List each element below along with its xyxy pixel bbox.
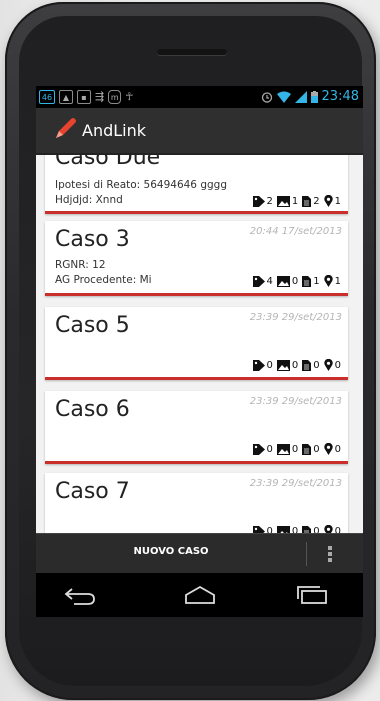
document-icon: [302, 195, 312, 207]
case-counts: 0 0 0 0: [252, 443, 345, 455]
signal-icon: [294, 90, 307, 103]
navigation-bar: [36, 573, 363, 617]
location-pin-icon: [323, 275, 333, 287]
location-count: 0: [334, 443, 341, 455]
document-icon: [302, 525, 312, 533]
location-pin-icon: [323, 195, 333, 207]
document-count: 2: [313, 195, 320, 207]
case-counts: 4 0 1 1: [252, 275, 345, 287]
case-card[interactable]: Caso Due Ipotesi di Reato: 56494646 gggg…: [45, 155, 348, 214]
case-card[interactable]: Caso 6 23:39 29/set/2013 0 0 0 0: [45, 391, 348, 464]
document-icon: [302, 275, 312, 287]
tag-icon: [252, 275, 265, 287]
tag-icon: [252, 443, 265, 455]
tag-icon: [252, 525, 265, 533]
case-detail-line: Ipotesi di Reato: 56494646 gggg: [55, 179, 227, 191]
app-icon: m: [108, 90, 122, 104]
case-title: Caso 3: [55, 227, 130, 252]
case-title: Caso Due: [55, 155, 161, 170]
tag-icon: [252, 195, 265, 207]
device-screen: 46 ▲ ▪ ⇶ m ☥ 23:48 AndLink Caso Due Ipot…: [36, 86, 363, 617]
image-icon: [276, 443, 290, 455]
case-card[interactable]: Caso 7 23:39 29/set/2013 0 0 0 0: [45, 473, 348, 533]
earpiece-speaker: [157, 49, 227, 55]
alarm-icon: [261, 91, 272, 103]
app-title: AndLink: [82, 121, 147, 140]
case-card[interactable]: Caso 5 23:39 29/set/2013 0 0 0 0: [45, 307, 348, 380]
notification-46-icon: 46: [39, 90, 55, 104]
case-title: Caso 6: [55, 397, 130, 422]
status-indicators: 23:48: [261, 89, 359, 104]
usb-icon: ⇶: [95, 90, 105, 103]
location-pin-icon: [323, 443, 333, 455]
home-icon[interactable]: [180, 581, 220, 609]
image-count: 1: [291, 195, 299, 207]
recent-apps-icon[interactable]: [292, 581, 332, 609]
document-count: 0: [313, 359, 320, 371]
case-card[interactable]: Caso 3 20:44 17/set/2013 RGNR: 12 AG Pro…: [45, 221, 348, 296]
case-timestamp: 23:39 29/set/2013: [249, 478, 342, 489]
debug-icon: ☥: [125, 90, 134, 103]
case-counts: 0 0 0 0: [252, 359, 345, 371]
image-icon: ▲: [59, 90, 73, 104]
pen-icon[interactable]: [52, 116, 78, 142]
document-count: 0: [313, 443, 320, 455]
overflow-menu-icon[interactable]: [328, 545, 332, 563]
image-count: 0: [291, 443, 299, 455]
image-icon: [276, 195, 290, 207]
location-pin-icon: [323, 525, 333, 533]
back-icon[interactable]: [60, 581, 100, 609]
image-count: 0: [291, 359, 299, 371]
case-list[interactable]: Caso Due Ipotesi di Reato: 56494646 gggg…: [36, 155, 363, 533]
location-count: 1: [334, 275, 341, 287]
action-bar: AndLink: [36, 108, 363, 155]
image-count: 0: [291, 525, 299, 534]
new-case-button[interactable]: NUOVO CASO: [36, 546, 306, 557]
case-detail-line: AG Procedente: Mi: [55, 274, 152, 286]
location-count: 0: [334, 359, 341, 371]
case-title: Caso 7: [55, 479, 130, 504]
image-count: 0: [291, 275, 299, 287]
wifi-icon: [276, 91, 291, 103]
location-count: 1: [334, 195, 341, 207]
status-bar: 46 ▲ ▪ ⇶ m ☥ 23:48: [36, 86, 363, 108]
document-icon: [302, 443, 312, 455]
tag-count: 0: [266, 525, 273, 534]
location-count: 0: [334, 525, 341, 534]
image-icon: [276, 275, 290, 287]
bottom-action-bar: NUOVO CASO: [36, 533, 363, 574]
notification-icons: 46 ▲ ▪ ⇶ m ☥: [39, 90, 133, 104]
tag-count: 0: [266, 443, 273, 455]
case-title: Caso 5: [55, 313, 130, 338]
case-timestamp: 20:44 17/set/2013: [249, 226, 342, 237]
image-icon: [276, 359, 290, 371]
location-pin-icon: [323, 359, 333, 371]
document-count: 0: [313, 525, 320, 534]
tag-count: 0: [266, 359, 273, 371]
battery-icon: [310, 90, 318, 103]
case-timestamp: 23:39 29/set/2013: [249, 312, 342, 323]
tag-count: 4: [266, 275, 273, 287]
case-detail-line: RGNR: 12: [55, 259, 106, 271]
tag-count: 2: [266, 195, 273, 207]
case-counts: 0 0 0 0: [252, 525, 345, 534]
image-icon: [276, 525, 290, 533]
status-clock: 23:48: [321, 89, 359, 104]
document-count: 1: [313, 275, 320, 287]
divider: [306, 542, 307, 566]
tag-icon: [252, 359, 265, 371]
document-icon: [302, 359, 312, 371]
case-detail-line: Hdjdjd: Xnnd: [55, 194, 123, 206]
case-counts: 2 1 2 1: [252, 195, 345, 207]
case-timestamp: 23:39 29/set/2013: [249, 396, 342, 407]
image-icon: ▪: [77, 90, 91, 104]
